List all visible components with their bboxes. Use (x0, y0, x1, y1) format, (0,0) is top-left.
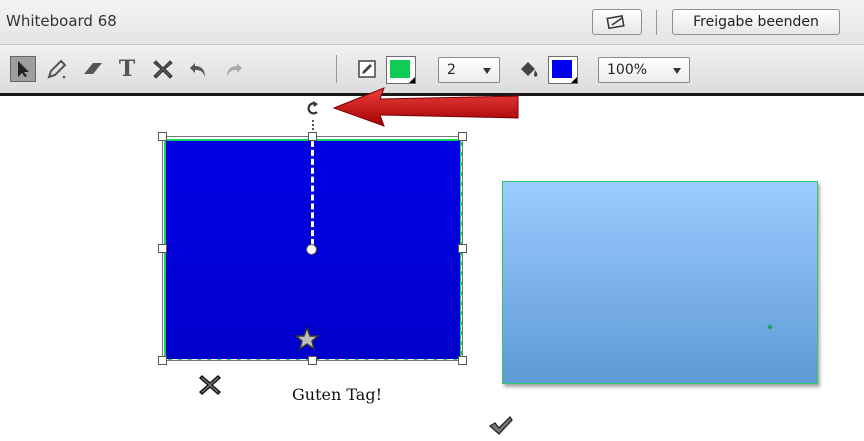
chevron-down-icon (483, 68, 491, 74)
resize-handle-bottom-left[interactable] (158, 356, 167, 365)
fill-color-fill (552, 60, 572, 78)
fill-color-tool[interactable] (516, 56, 542, 82)
delete-tool-button[interactable] (150, 56, 176, 82)
zoom-value: 100% (607, 62, 648, 78)
text-t-icon: T (118, 56, 136, 82)
title-divider (656, 10, 657, 35)
undo-icon (190, 63, 205, 77)
swatch-dropdown-caret (409, 77, 415, 83)
star-icon[interactable] (294, 326, 320, 352)
stop-sharing-button[interactable]: Freigabe beenden (672, 9, 840, 35)
resize-handle-bottom-right[interactable] (458, 356, 467, 365)
arrow-cursor-icon (18, 61, 29, 77)
pencil-tool-button[interactable] (44, 56, 70, 82)
annotation-arrow (332, 87, 519, 127)
redo-tool-button[interactable] (220, 56, 246, 82)
line-width-value: 2 (447, 62, 456, 78)
rotation-guide-line (311, 141, 314, 245)
toolbar-divider (336, 55, 337, 83)
screen-share-button[interactable] (592, 9, 642, 35)
cross-x-icon (153, 60, 173, 79)
fill-color-swatch[interactable] (548, 56, 578, 84)
whiteboard-text-note[interactable]: Guten Tag! (292, 385, 382, 404)
window-title: Whiteboard 68 (6, 12, 117, 30)
screen-share-icon (606, 14, 625, 30)
chevron-down-icon (673, 68, 681, 74)
resize-handle-left[interactable] (158, 244, 167, 253)
cross-x-stamp-icon[interactable] (198, 373, 222, 397)
stroke-color-fill (390, 60, 410, 78)
center-pivot-handle[interactable] (306, 244, 317, 255)
rotate-handle-icon[interactable] (303, 98, 323, 120)
eraser-tool-button[interactable] (80, 56, 106, 82)
stroke-color-swatch[interactable] (386, 56, 416, 84)
swatch-dropdown-caret (571, 77, 577, 83)
selection-tool-button[interactable] (10, 56, 36, 82)
line-width-dropdown[interactable]: 2 (438, 57, 500, 83)
checkmark-stamp-icon[interactable] (488, 415, 514, 437)
resize-handle-top-left[interactable] (158, 132, 167, 141)
text-tool-button[interactable]: T (114, 56, 140, 82)
title-bar: Whiteboard 68 Freigabe beenden (0, 0, 864, 45)
rectangle-shape[interactable] (502, 181, 818, 384)
pencil-icon (47, 59, 67, 79)
paint-bucket-icon (521, 62, 538, 77)
redo-icon (227, 63, 242, 77)
eraser-icon (84, 63, 102, 74)
resize-handle-top[interactable] (308, 132, 317, 141)
pen-box-icon (358, 60, 376, 78)
resize-handle-right[interactable] (458, 244, 467, 253)
resize-handle-bottom[interactable] (308, 356, 317, 365)
stroke-color-tool[interactable] (354, 56, 380, 82)
undo-tool-button[interactable] (186, 56, 212, 82)
zoom-dropdown[interactable]: 100% (598, 57, 690, 83)
resize-handle-top-right[interactable] (458, 132, 467, 141)
